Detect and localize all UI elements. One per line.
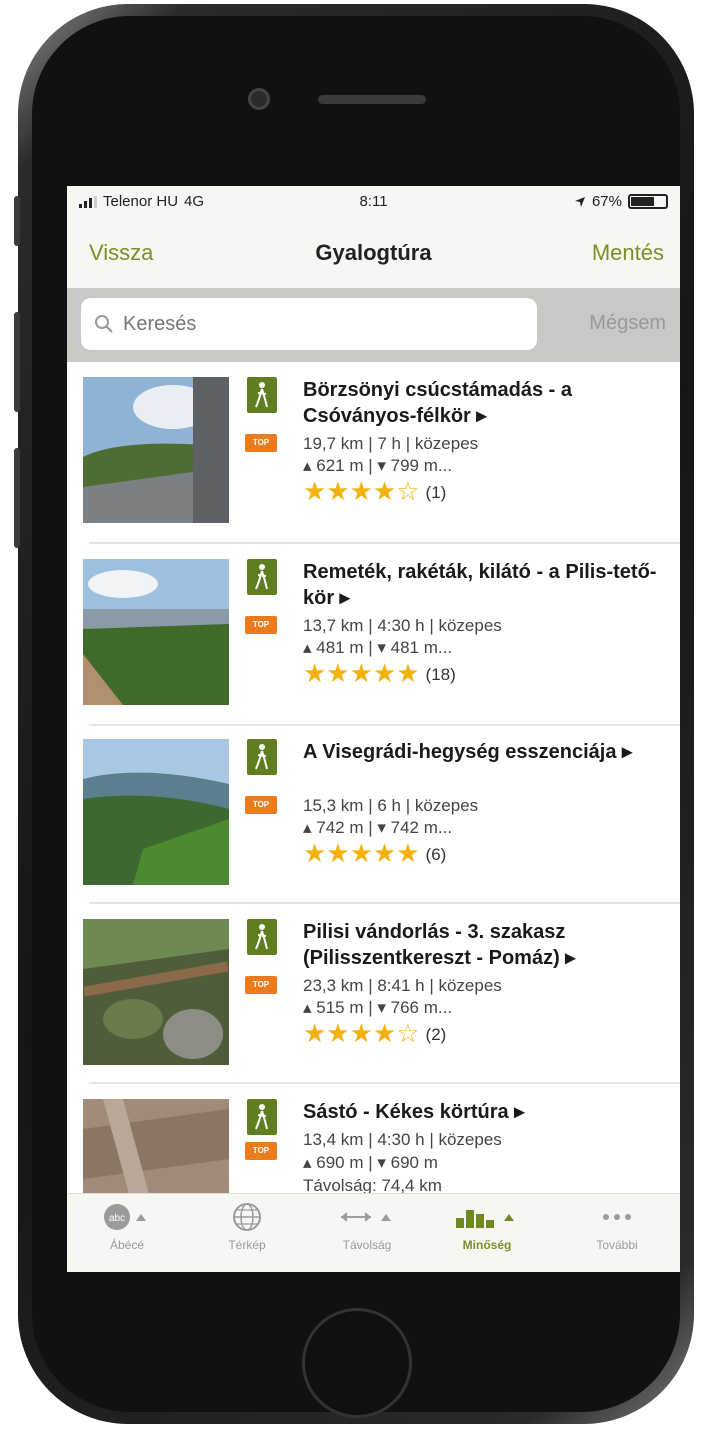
tab-more[interactable]: További: [557, 1202, 677, 1252]
tour-rating: ★★★★★ (6): [303, 839, 446, 869]
status-bar: Telenor HU 4G 8:11 67%: [67, 186, 680, 218]
screen: Telenor HU 4G 8:11 67% Vissza Gyalogtúra…: [67, 186, 680, 1272]
tab-abc[interactable]: abc Ábécé: [67, 1202, 187, 1252]
review-count: (18): [425, 665, 456, 685]
front-camera: [248, 88, 270, 110]
home-button[interactable]: [302, 1308, 412, 1418]
status-right: 67%: [574, 193, 668, 210]
tour-photo: [83, 739, 229, 885]
tour-rating: ★★★★☆ (1): [303, 477, 446, 507]
abc-icon: abc: [67, 1202, 187, 1232]
tour-elevation: ▴ 481 m | ▾ 481 m...: [303, 638, 453, 657]
hiking-icon: [247, 739, 277, 775]
top-badge: TOP: [245, 1142, 277, 1160]
review-count: (6): [425, 845, 447, 865]
tab-label: Távolság: [342, 1238, 392, 1252]
tab-map[interactable]: Térkép: [187, 1202, 307, 1252]
hiking-icon: [247, 377, 277, 413]
globe-icon: [187, 1202, 307, 1232]
search-icon: [95, 315, 113, 333]
battery-percent: 67%: [591, 193, 622, 210]
tour-title: Remeték, rakéták, kilátó - a Pilis-tető-…: [303, 561, 657, 609]
star-rating: ★★★★☆: [303, 1018, 420, 1048]
svg-text:abc: abc: [109, 1213, 125, 1224]
tab-label: További: [596, 1238, 638, 1252]
tour-rating: ★★★★☆ (2): [303, 1019, 446, 1049]
list-item[interactable]: TOP Pilisi vándorlás - 3. szakasz (Pilis…: [67, 904, 680, 1084]
battery-icon: [628, 194, 668, 209]
mute-switch: [14, 196, 20, 246]
tab-label: Térkép: [228, 1238, 266, 1252]
hiking-icon: [247, 559, 277, 595]
save-button[interactable]: Mentés: [592, 240, 664, 266]
review-count: (1): [425, 483, 447, 503]
tour-stats: 19,7 km | 7 h | közepes: [303, 434, 479, 453]
tab-bar: abc Ábécé Térkép Távolság Minőség Tovább…: [67, 1193, 680, 1272]
volume-down-button: [14, 448, 20, 548]
star-rating: ★★★★★: [303, 838, 420, 868]
tour-photo: [83, 919, 229, 1065]
tab-label: Minőség: [462, 1238, 512, 1252]
location-arrow-icon: [574, 196, 585, 207]
hiking-icon: [247, 919, 277, 955]
tour-stats: 13,7 km | 4:30 h | közepes: [303, 616, 502, 635]
star-rating: ★★★★★: [303, 658, 420, 688]
hiking-icon: [247, 1099, 277, 1135]
tour-title: Pilisi vándorlás - 3. szakasz (Pilisszen…: [303, 921, 576, 969]
search-input[interactable]: [121, 311, 525, 337]
top-badge: TOP: [245, 796, 277, 814]
tour-title: Börzsönyi csúcstámadás - a Csóványos-fél…: [303, 379, 572, 427]
tab-label: Ábécé: [109, 1238, 145, 1252]
search-bar: Mégsem: [67, 288, 680, 362]
quality-icon: [427, 1202, 547, 1232]
list-item[interactable]: TOP Remeték, rakéták, kilátó - a Pilis-t…: [67, 544, 680, 724]
tour-photo: [83, 559, 229, 705]
tour-title: A Visegrádi-hegység esszenciája ▸: [303, 741, 633, 763]
tour-elevation: ▴ 515 m | ▾ 766 m...: [303, 998, 453, 1017]
tour-rating: ★★★★★ (18): [303, 659, 456, 689]
star-rating: ★★★★☆: [303, 476, 420, 506]
earpiece-speaker: [318, 95, 426, 104]
list-item[interactable]: TOP A Visegrádi-hegység esszenciája ▸ 15…: [67, 724, 680, 904]
list-item[interactable]: TOP Börzsönyi csúcstámadás - a Csóványos…: [67, 362, 680, 542]
tour-elevation: ▴ 690 m | ▾ 690 m: [303, 1153, 438, 1172]
search-box[interactable]: [81, 298, 537, 350]
tab-quality[interactable]: Minőség: [427, 1202, 547, 1252]
tour-stats: 13,4 km | 4:30 h | közepes: [303, 1130, 502, 1149]
tour-title: Sástó - Kékes körtúra ▸: [303, 1101, 525, 1123]
tour-photo: [83, 377, 229, 523]
navigation-bar: Vissza Gyalogtúra Mentés: [67, 218, 680, 288]
top-badge: TOP: [245, 616, 277, 634]
tour-elevation: ▴ 621 m | ▾ 799 m...: [303, 456, 453, 475]
tour-stats: 23,3 km | 8:41 h | közepes: [303, 976, 502, 995]
page-title: Gyalogtúra: [315, 240, 432, 265]
cancel-button[interactable]: Mégsem: [589, 312, 666, 335]
top-badge: TOP: [245, 434, 277, 452]
distance-icon: [307, 1202, 427, 1232]
more-icon: [557, 1202, 677, 1232]
tour-elevation: ▴ 742 m | ▾ 742 m...: [303, 818, 453, 837]
top-badge: TOP: [245, 976, 277, 994]
tour-stats: 15,3 km | 6 h | közepes: [303, 796, 479, 815]
tab-distance[interactable]: Távolság: [307, 1202, 427, 1252]
volume-up-button: [14, 312, 20, 412]
review-count: (2): [425, 1025, 447, 1045]
